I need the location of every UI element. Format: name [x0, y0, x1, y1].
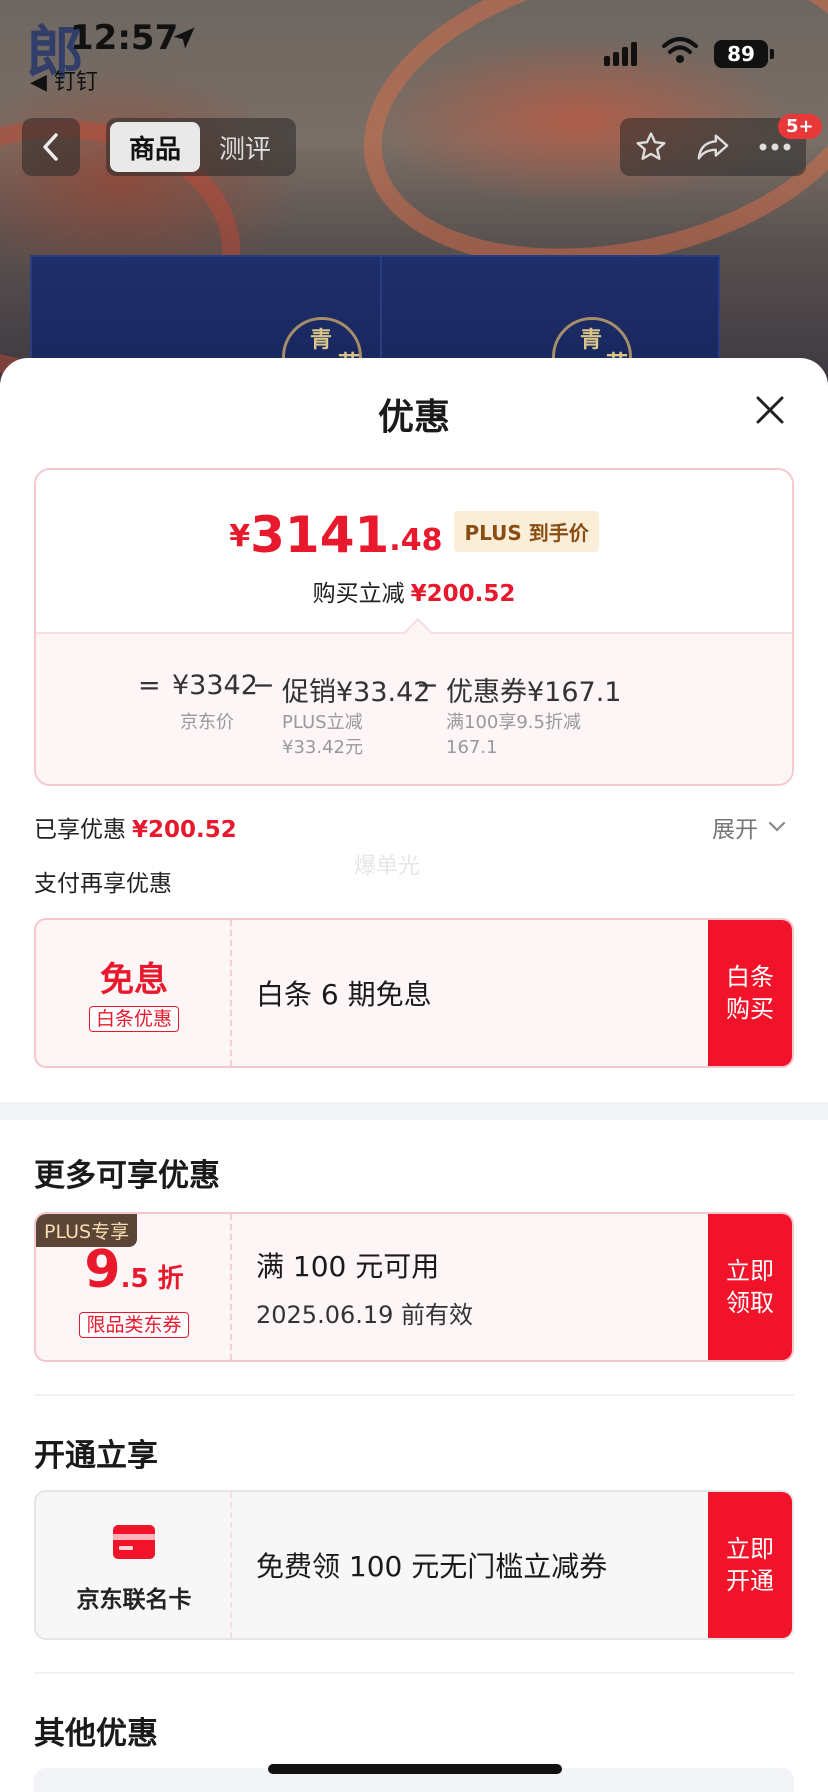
promo-label: PLUS立减 — [282, 712, 363, 733]
location-arrow-icon — [173, 27, 195, 49]
tab-product[interactable]: 商品 — [110, 122, 200, 172]
wifi-icon — [662, 37, 698, 63]
base-price-label: 京东价 — [180, 712, 234, 733]
formula-coupon: 优惠券¥167.1 — [446, 677, 622, 708]
back-button[interactable] — [22, 118, 80, 176]
box-text: 青 — [310, 328, 333, 353]
back-to-app-link[interactable]: ◀ 钉钉 — [30, 64, 98, 96]
formula-base-price: ¥3342 — [172, 670, 258, 701]
tab-review[interactable]: 测评 — [200, 122, 290, 172]
more-icon[interactable] — [758, 142, 792, 152]
plus-price-tag: PLUS 到手价 — [454, 511, 599, 552]
price-integer: 3141 — [250, 506, 390, 564]
coupon-label: 167.1 — [446, 737, 498, 758]
open-offers-title: 开通立享 — [34, 1438, 158, 1474]
pay-again-label: 支付再享优惠 — [34, 871, 172, 897]
baitiao-buy-button[interactable]: 白条 购买 — [708, 920, 792, 1066]
divider — [34, 1672, 794, 1674]
baitiao-offer: 免息 白条优惠 白条 6 期免息 白条 购买 — [34, 918, 794, 1068]
home-indicator — [268, 1764, 562, 1774]
sheet-title: 优惠 — [377, 397, 450, 438]
baitiao-offer-body: 白条 6 期免息 — [256, 920, 432, 1066]
star-icon[interactable] — [634, 130, 668, 164]
cobrand-card-left: 京东联名卡 — [36, 1492, 232, 1638]
price-formula: = ¥3342 − 促销¥33.42 − 优惠券¥167.1 — [36, 670, 792, 710]
formula-minus: − — [416, 670, 439, 701]
coupon-label: 满100享9.5折减 — [446, 712, 581, 733]
cobrand-card-body: 免费领 100 元无门槛立减券 — [256, 1492, 607, 1638]
coupon-category-tag: 限品类东券 — [79, 1312, 189, 1338]
cobrand-card-name: 京东联名卡 — [76, 1587, 192, 1613]
cellular-signal-icon — [604, 42, 637, 66]
plus-coupon: PLUS专享 9.5 折 限品类东券 满 100 元可用 2025.06.19 … — [34, 1212, 794, 1362]
baitiao-offer-left: 免息 白条优惠 — [36, 920, 232, 1066]
reduce-label: 购买立减 — [312, 581, 405, 607]
discount-integer: 9 — [84, 1240, 121, 1300]
plus-coupon-body: 满 100 元可用 2025.06.19 前有效 — [256, 1214, 473, 1360]
formula-equals: = — [138, 670, 161, 701]
expand-button[interactable]: 展开 — [712, 810, 786, 844]
cobrand-card-text: 免费领 100 元无门槛立减券 — [256, 1550, 608, 1583]
enjoyed-label: 已享优惠 — [34, 817, 126, 843]
other-offers-title: 其他优惠 — [34, 1716, 158, 1752]
reduce-amount: ¥200.52 — [410, 581, 516, 607]
button-label: 白条 — [726, 963, 774, 991]
discount-decimal: .5 折 — [120, 1264, 184, 1294]
price-summary: ¥ 3141 .48 PLUS 到手价 购买立减 ¥200.52 — [36, 470, 792, 632]
button-label: 立即 — [726, 1257, 774, 1285]
button-label: 立即 — [726, 1535, 774, 1563]
baitiao-offer-text: 白条 6 期免息 — [256, 978, 432, 1011]
expand-label: 展开 — [712, 817, 758, 843]
price-decimal: .48 — [389, 523, 443, 558]
battery-indicator: 89 — [714, 40, 774, 68]
coupon-threshold: 满 100 元可用 — [256, 1249, 440, 1283]
more-offers-title: 更多可享优惠 — [34, 1158, 220, 1194]
final-price: ¥ 3141 .48 PLUS 到手价 — [36, 510, 792, 560]
discount-sheet: 优惠 ¥ 3141 .48 PLUS 到手价 购买立减 ¥200.52 = ¥33… — [0, 358, 828, 1792]
price-card: ¥ 3141 .48 PLUS 到手价 购买立减 ¥200.52 = ¥3342 … — [34, 468, 794, 786]
discount-value: 9.5 折 — [36, 1240, 232, 1300]
promo-label: ¥33.42元 — [282, 737, 363, 758]
status-bar: 郎 12:57 ◀ 钉钉 89 — [0, 0, 828, 95]
cobrand-card-offer: 京东联名卡 免费领 100 元无门槛立减券 立即 开通 — [34, 1490, 794, 1640]
share-icon[interactable] — [695, 130, 731, 164]
message-badge: 5+ — [778, 114, 822, 139]
button-label: 领取 — [726, 1289, 774, 1317]
coupon-expiry: 2025.06.19 前有效 — [256, 1300, 474, 1329]
enjoyed-amount: ¥200.52 — [132, 817, 237, 843]
credit-card-icon — [113, 1525, 155, 1559]
enjoyed-discount: 已享优惠 ¥200.52 — [34, 810, 237, 844]
box-text: 青 — [580, 328, 603, 353]
close-icon[interactable] — [748, 388, 792, 432]
button-label: 购买 — [726, 995, 774, 1023]
status-time: 12:57 — [70, 18, 179, 58]
back-icon — [43, 133, 58, 161]
formula-minus: − — [252, 670, 275, 701]
button-label: 开通 — [726, 1567, 774, 1595]
section-divider — [0, 1102, 828, 1120]
chevron-down-icon — [768, 821, 786, 832]
open-card-button[interactable]: 立即 开通 — [708, 1492, 792, 1638]
plus-coupon-left: PLUS专享 9.5 折 限品类东券 — [36, 1214, 232, 1360]
watermark-text: 爆单光 — [354, 854, 421, 879]
product-tabs: 商品 测评 — [106, 118, 296, 176]
formula-promo: 促销¥33.42 — [282, 677, 431, 708]
price-currency: ¥ — [229, 519, 251, 554]
divider — [34, 1394, 794, 1396]
interest-free-label: 免息 — [100, 960, 168, 1000]
instant-reduce: 购买立减 ¥200.52 — [36, 574, 792, 608]
baitiao-tag: 白条优惠 — [88, 1006, 179, 1032]
claim-coupon-button[interactable]: 立即 领取 — [708, 1214, 792, 1360]
